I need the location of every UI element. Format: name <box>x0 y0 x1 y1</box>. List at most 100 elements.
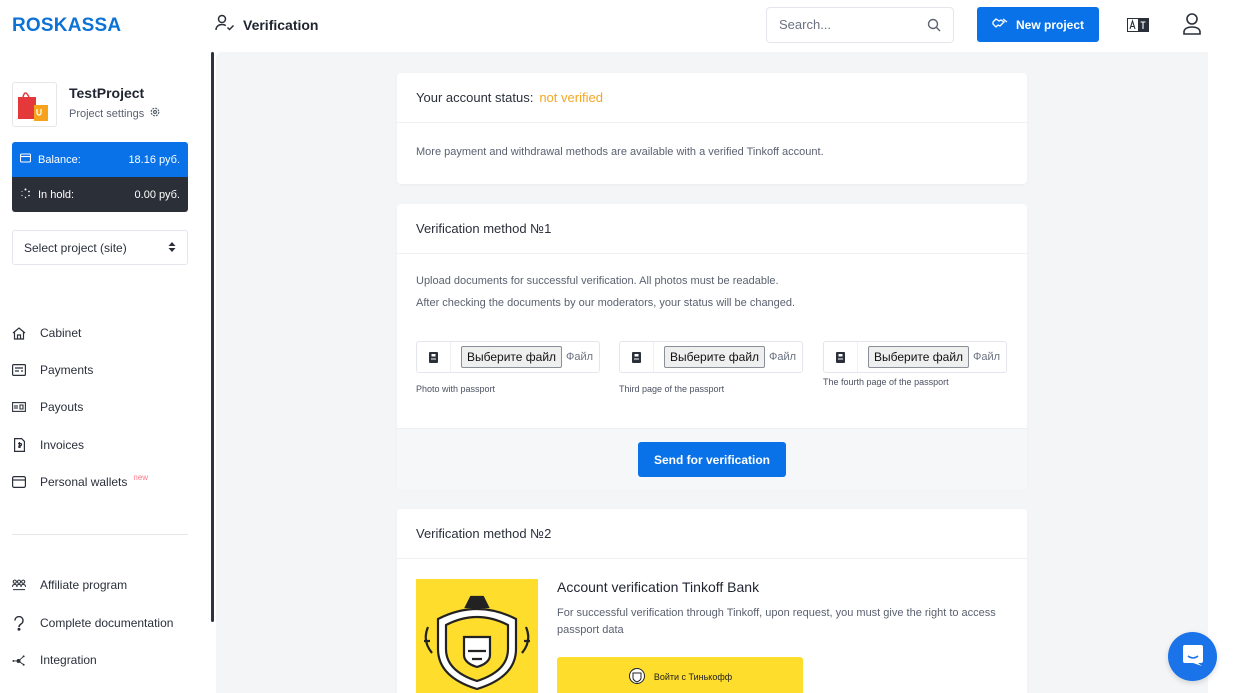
file-status: Файл не выбран <box>566 351 596 363</box>
balance-row: Balance: 18.16 руб. <box>12 142 188 177</box>
new-project-button[interactable]: New project <box>977 7 1099 42</box>
sidebar-item-documentation[interactable]: Complete documentation <box>12 612 202 634</box>
sidebar-item-label: Cabinet <box>40 326 82 340</box>
file-status: Файл не выбран <box>973 351 1003 363</box>
method-1-title: Verification method №1 <box>416 221 552 236</box>
hold-value: 0.00 руб. <box>134 188 180 201</box>
wallet-icon <box>19 153 32 166</box>
sidebar-item-label: Personal wallets <box>40 475 128 489</box>
payments-icon <box>12 363 26 377</box>
account-status-value: not verified <box>539 90 603 105</box>
account-status-header: Your account status: not verified <box>397 73 1027 123</box>
sidebar-item-payments[interactable]: Payments <box>12 359 202 381</box>
project-name[interactable]: TestProject <box>69 85 160 101</box>
select-arrows-icon <box>168 241 176 255</box>
project-card: TestProject Project settings <box>12 82 160 127</box>
sidebar-item-label: Invoices <box>40 438 85 452</box>
upload-third-page: Выберите файл Файл не выбран Third page … <box>619 341 803 394</box>
method-1-moderation-note: After checking the documents by our mode… <box>416 297 796 309</box>
project-settings-label: Project settings <box>69 107 145 120</box>
chat-icon <box>1182 643 1204 670</box>
sidebar-item-payouts[interactable]: Payouts <box>12 396 202 418</box>
gear-icon <box>150 107 160 120</box>
upload-fourth-page: Выберите файл Файл не выбран The fourth … <box>823 341 1007 387</box>
tinkoff-login-button[interactable]: Войти с Тинькофф <box>557 657 803 693</box>
verification-method-2-card: Verification method №2 Account verificat… <box>397 509 1027 693</box>
account-status-label: Your account status: <box>416 90 534 105</box>
chat-support-button[interactable] <box>1168 632 1217 681</box>
tinkoff-description: For successful verification through Tink… <box>557 607 996 636</box>
invoice-icon <box>12 438 26 452</box>
sidebar-item-affiliate-program[interactable]: Affiliate program <box>12 574 202 596</box>
affiliate-icon <box>12 578 26 592</box>
id-card-icon <box>824 342 858 372</box>
home-icon <box>12 326 26 340</box>
handshake-icon <box>992 17 1008 32</box>
sidebar-divider <box>12 534 188 535</box>
roskassa-logo[interactable]: ROSKASSA <box>12 15 121 37</box>
method-1-header: Verification method №1 <box>397 204 1027 254</box>
account-status-info: More payment and withdrawal methods are … <box>416 146 824 158</box>
method-2-header: Verification method №2 <box>397 509 1027 559</box>
id-card-icon <box>620 342 654 372</box>
sidebar-item-label: Payments <box>40 363 94 377</box>
account-status-card: Your account status: not verified More p… <box>397 73 1027 184</box>
project-avatar[interactable] <box>12 82 57 127</box>
tinkoff-heading: Account verification Tinkoff Bank <box>557 579 760 595</box>
file-input[interactable]: Выберите файл Файл не выбран <box>416 341 600 373</box>
sidebar-item-personal-wallets[interactable]: Personal wallets new <box>12 471 202 493</box>
integration-icon <box>12 653 26 667</box>
project-select-value: Select project (site) <box>24 240 127 255</box>
file-status: Файл не выбран <box>769 351 799 363</box>
sidebar-item-label: Complete documentation <box>40 616 174 630</box>
language-icon[interactable] <box>1127 18 1149 32</box>
project-select[interactable]: Select project (site) <box>12 230 188 265</box>
search-input[interactable] <box>779 17 919 32</box>
sidebar-item-label: Affiliate program <box>40 578 128 592</box>
upload-photo-with-passport: Выберите файл Файл не выбран Photo with … <box>416 341 600 394</box>
loading-icon <box>20 188 31 202</box>
payouts-icon <box>12 400 26 414</box>
upload-label: Photo with passport <box>416 384 496 394</box>
project-settings-link[interactable]: Project settings <box>69 107 160 120</box>
file-input[interactable]: Выберите файл Файл не выбран <box>823 341 1007 373</box>
id-card-icon <box>417 342 451 372</box>
verification-method-1-card: Verification method №1 Upload documents … <box>397 204 1027 490</box>
choose-file-button[interactable]: Выберите файл <box>461 346 563 368</box>
send-for-verification-button[interactable]: Send for verification <box>638 442 786 477</box>
hold-row: In hold: 0.00 руб. <box>12 177 188 212</box>
upload-label: The fourth page of the passport <box>823 377 949 387</box>
sidebar-scrollbar[interactable] <box>211 52 214 622</box>
user-profile-icon[interactable] <box>1182 12 1202 39</box>
page-scrollbar[interactable] <box>1228 52 1237 693</box>
method-1-instructions: Upload documents for successful verifica… <box>416 275 779 287</box>
user-check-icon <box>215 14 235 35</box>
tinkoff-login-label: Войти с Тинькофф <box>653 672 733 682</box>
choose-file-button[interactable]: Выберите файл <box>868 346 970 368</box>
tinkoff-logo <box>416 579 538 693</box>
sidebar-item-integration[interactable]: Integration <box>12 649 202 671</box>
hold-label: In hold: <box>38 188 75 201</box>
page-title-text: Verification <box>243 16 319 33</box>
page-title: Verification <box>215 14 318 35</box>
sidebar-item-label: Integration <box>40 653 97 667</box>
search-icon[interactable] <box>927 18 941 35</box>
balance-value: 18.16 руб. <box>128 153 180 166</box>
documentation-icon <box>12 615 26 631</box>
sidebar: TestProject Project settings Balance: 18… <box>0 52 212 693</box>
sidebar-item-invoices[interactable]: Invoices <box>12 434 202 456</box>
sidebar-item-cabinet[interactable]: Cabinet <box>12 322 202 344</box>
choose-file-button[interactable]: Выберите файл <box>664 346 766 368</box>
new-badge: new <box>133 472 149 482</box>
tinkoff-emblem-icon <box>628 667 646 687</box>
upload-label: Third page of the passport <box>619 384 725 394</box>
top-bar: ROSKASSA Verification New project <box>0 0 1237 52</box>
wallet-icon <box>12 475 26 489</box>
search-box <box>766 7 954 43</box>
method-2-title: Verification method №2 <box>416 526 552 541</box>
sidebar-item-label: Payouts <box>40 400 84 414</box>
new-project-label: New project <box>1015 17 1084 32</box>
balance-label: Balance: <box>38 153 81 166</box>
file-input[interactable]: Выберите файл Файл не выбран <box>619 341 803 373</box>
method-1-footer: Send for verification <box>397 428 1027 490</box>
